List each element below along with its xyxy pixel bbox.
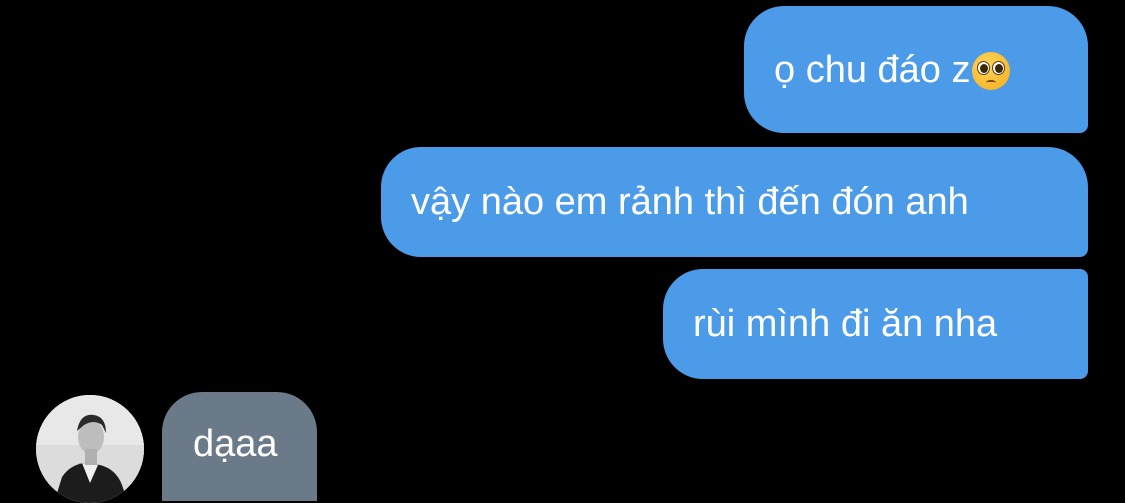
outgoing-message-bubble[interactable]: vậy nào em rảnh thì đến đón anh (381, 147, 1088, 257)
pleading-face-emoji-icon (972, 51, 1011, 90)
message-text: ọ chu đáo z (774, 48, 971, 91)
message-text: dạaa (193, 422, 278, 465)
message-text: vậy nào em rảnh thì đến đón anh (411, 181, 969, 223)
avatar[interactable] (36, 395, 144, 503)
incoming-message-bubble[interactable]: dạaa (162, 392, 317, 501)
outgoing-message-bubble[interactable]: rùi mình đi ăn nha (663, 269, 1088, 379)
profile-photo-icon (36, 395, 144, 503)
message-text: rùi mình đi ăn nha (693, 303, 998, 345)
outgoing-message-bubble[interactable]: ọ chu đáo z (744, 6, 1088, 133)
